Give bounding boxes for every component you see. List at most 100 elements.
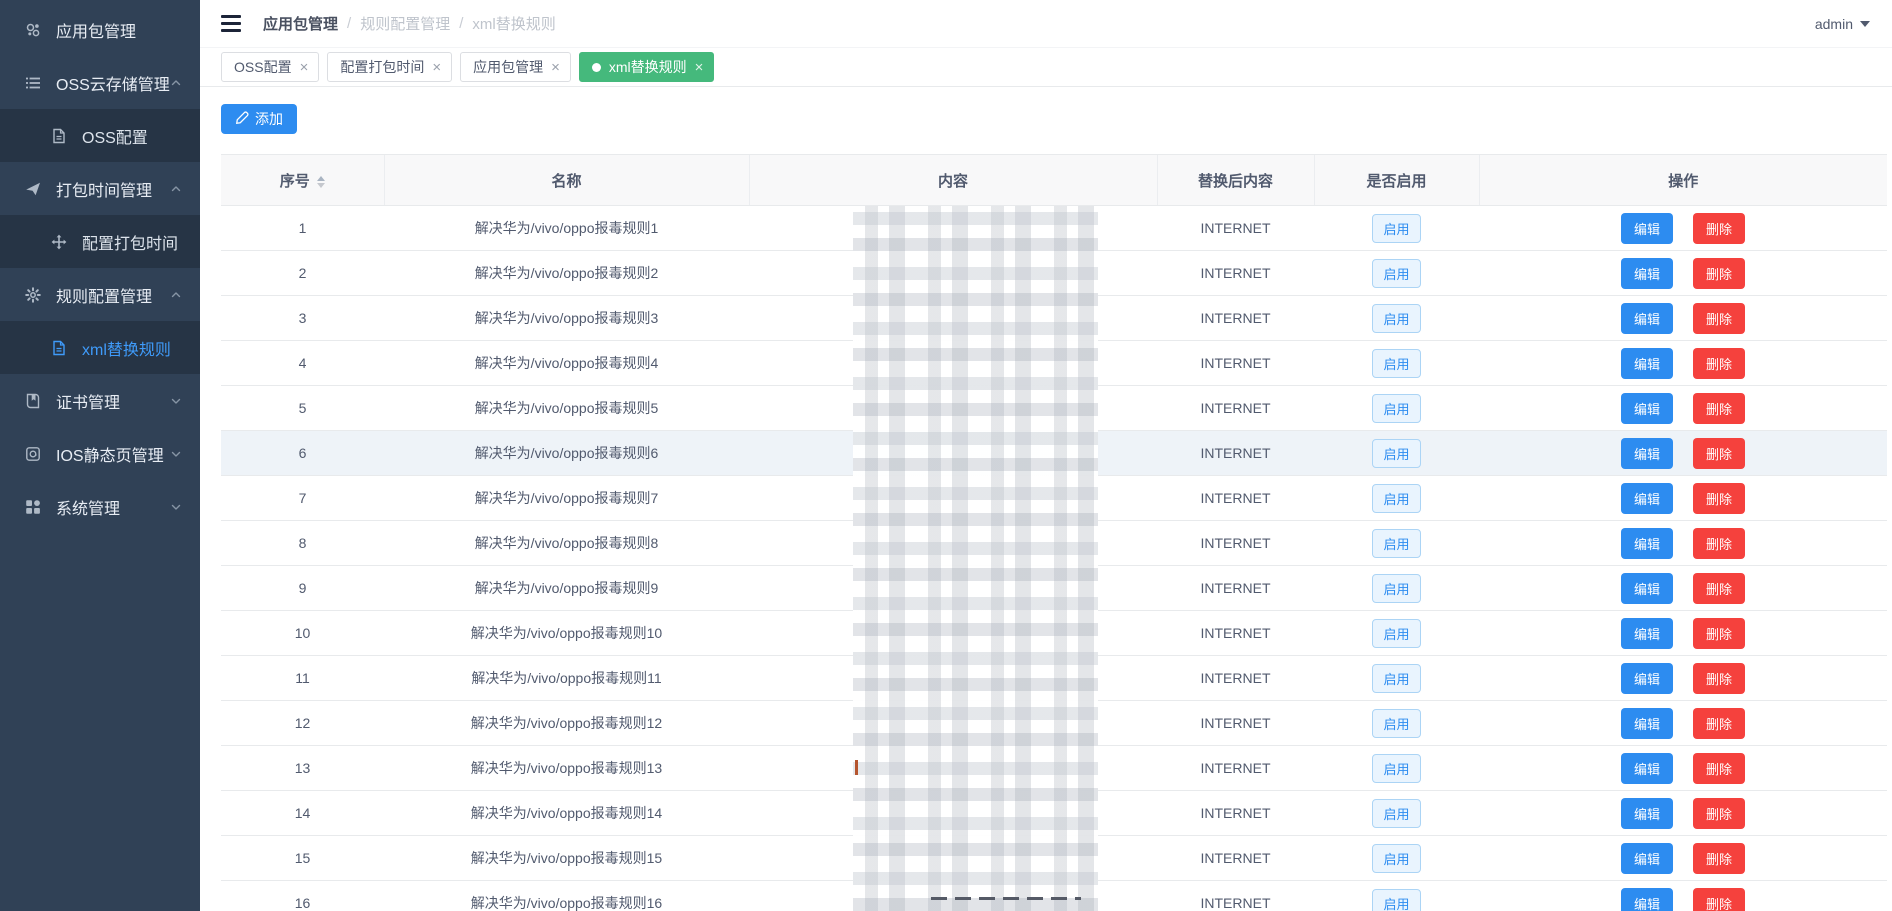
delete-button[interactable]: 删除 — [1693, 708, 1745, 739]
cell-index: 9 — [221, 566, 384, 611]
breadcrumb-item[interactable]: 应用包管理 — [263, 13, 338, 34]
tab-label: 应用包管理 — [473, 57, 543, 77]
close-icon[interactable]: × — [432, 60, 441, 75]
cell-replace-content: INTERNET — [1157, 566, 1314, 611]
edit-button[interactable]: 编辑 — [1621, 843, 1673, 874]
delete-button[interactable]: 删除 — [1693, 393, 1745, 424]
cell-index: 13 — [221, 746, 384, 791]
enable-button[interactable]: 启用 — [1372, 889, 1420, 911]
enable-button[interactable]: 启用 — [1372, 529, 1420, 558]
dashboard-icon — [24, 21, 42, 39]
cell-replace-content: INTERNET — [1157, 251, 1314, 296]
sidebar-item-8[interactable]: 证书管理 — [0, 374, 200, 427]
breadcrumb-item[interactable]: 规则配置管理 — [360, 13, 450, 34]
enable-button[interactable]: 启用 — [1372, 709, 1420, 738]
enable-button[interactable]: 启用 — [1372, 394, 1420, 423]
enable-button[interactable]: 启用 — [1372, 754, 1420, 783]
sidebar-item-5[interactable]: 配置打包时间 — [0, 215, 200, 268]
cell-name: 解决华为/vivo/oppo报毒规则9 — [384, 566, 749, 611]
sidebar-item-label: OSS云存储管理 — [56, 71, 170, 95]
tab-4[interactable]: xml替换规则 × — [579, 52, 715, 82]
cell-actions: 编辑 删除 — [1479, 341, 1887, 386]
sidebar-item-3[interactable]: OSS配置 — [0, 109, 200, 162]
enable-button[interactable]: 启用 — [1372, 574, 1420, 603]
cell-name: 解决华为/vivo/oppo报毒规则8 — [384, 521, 749, 566]
add-button[interactable]: 添加 — [221, 104, 297, 134]
sidebar-item-4[interactable]: 打包时间管理 — [0, 162, 200, 215]
sidebar: 应用包管理 OSS云存储管理 OSS配置 打包时间管理 配置打包时间 规则配置管… — [0, 0, 200, 911]
file-edit-icon — [50, 127, 68, 145]
column-header-index[interactable]: 序号 — [221, 155, 384, 206]
delete-button[interactable]: 删除 — [1693, 528, 1745, 559]
delete-button[interactable]: 删除 — [1693, 843, 1745, 874]
sidebar-item-2[interactable]: OSS云存储管理 — [0, 56, 200, 109]
edit-button[interactable]: 编辑 — [1621, 258, 1673, 289]
sidebar-item-6[interactable]: 规则配置管理 — [0, 268, 200, 321]
enable-button[interactable]: 启用 — [1372, 799, 1420, 828]
cell-enabled: 启用 — [1314, 791, 1479, 836]
edit-button[interactable]: 编辑 — [1621, 393, 1673, 424]
edit-button[interactable]: 编辑 — [1621, 438, 1673, 469]
edit-button[interactable]: 编辑 — [1621, 528, 1673, 559]
sidebar-item-1[interactable]: 应用包管理 — [0, 3, 200, 56]
enable-button[interactable]: 启用 — [1372, 304, 1420, 333]
edit-button[interactable]: 编辑 — [1621, 618, 1673, 649]
delete-button[interactable]: 删除 — [1693, 213, 1745, 244]
close-icon[interactable]: × — [551, 60, 560, 75]
tab-1[interactable]: OSS配置 × — [221, 52, 319, 82]
edit-button[interactable]: 编辑 — [1621, 798, 1673, 829]
enable-button[interactable]: 启用 — [1372, 214, 1420, 243]
hamburger-menu-icon[interactable] — [213, 9, 249, 38]
cell-index: 1 — [221, 206, 384, 251]
enable-button[interactable]: 启用 — [1372, 439, 1420, 468]
sort-carets-icon[interactable] — [317, 176, 325, 188]
delete-button[interactable]: 删除 — [1693, 303, 1745, 334]
enable-button[interactable]: 启用 — [1372, 664, 1420, 693]
cell-enabled: 启用 — [1314, 881, 1479, 911]
delete-button[interactable]: 删除 — [1693, 438, 1745, 469]
move-icon — [50, 233, 68, 251]
sidebar-item-7[interactable]: xml替换规则 — [0, 321, 200, 374]
edit-button[interactable]: 编辑 — [1621, 573, 1673, 604]
cell-enabled: 启用 — [1314, 476, 1479, 521]
breadcrumb-item[interactable]: xml替换规则 — [472, 13, 555, 34]
delete-button[interactable]: 删除 — [1693, 618, 1745, 649]
edit-button[interactable]: 编辑 — [1621, 348, 1673, 379]
cell-index: 14 — [221, 791, 384, 836]
close-icon[interactable]: × — [300, 60, 309, 75]
delete-button[interactable]: 删除 — [1693, 888, 1745, 911]
delete-button[interactable]: 删除 — [1693, 258, 1745, 289]
sidebar-item-10[interactable]: 系统管理 — [0, 480, 200, 533]
edit-button[interactable]: 编辑 — [1621, 483, 1673, 514]
edit-button[interactable]: 编辑 — [1621, 213, 1673, 244]
enable-button[interactable]: 启用 — [1372, 619, 1420, 648]
enable-button[interactable]: 启用 — [1372, 349, 1420, 378]
sidebar-item-9[interactable]: IOS静态页管理 — [0, 427, 200, 480]
edit-button[interactable]: 编辑 — [1621, 888, 1673, 911]
delete-button[interactable]: 删除 — [1693, 753, 1745, 784]
delete-button[interactable]: 删除 — [1693, 798, 1745, 829]
cell-name: 解决华为/vivo/oppo报毒规则14 — [384, 791, 749, 836]
enable-button[interactable]: 启用 — [1372, 484, 1420, 513]
tab-3[interactable]: 应用包管理 × — [460, 52, 571, 82]
breadcrumb-separator: / — [347, 15, 351, 32]
edit-button[interactable]: 编辑 — [1621, 708, 1673, 739]
cell-actions: 编辑 删除 — [1479, 836, 1887, 881]
cell-replace-content: INTERNET — [1157, 611, 1314, 656]
sidebar-item-label: 系统管理 — [56, 495, 120, 519]
tab-2[interactable]: 配置打包时间 × — [327, 52, 452, 82]
close-icon[interactable]: × — [695, 60, 704, 75]
sidebar-item-label: xml替换规则 — [82, 336, 171, 360]
delete-button[interactable]: 删除 — [1693, 348, 1745, 379]
edit-button[interactable]: 编辑 — [1621, 753, 1673, 784]
edit-button[interactable]: 编辑 — [1621, 303, 1673, 334]
user-menu[interactable]: admin — [1815, 16, 1870, 32]
enable-button[interactable]: 启用 — [1372, 844, 1420, 873]
cell-enabled: 启用 — [1314, 341, 1479, 386]
enable-button[interactable]: 启用 — [1372, 259, 1420, 288]
edit-button[interactable]: 编辑 — [1621, 663, 1673, 694]
delete-button[interactable]: 删除 — [1693, 483, 1745, 514]
delete-button[interactable]: 删除 — [1693, 663, 1745, 694]
cell-actions: 编辑 删除 — [1479, 206, 1887, 251]
delete-button[interactable]: 删除 — [1693, 573, 1745, 604]
